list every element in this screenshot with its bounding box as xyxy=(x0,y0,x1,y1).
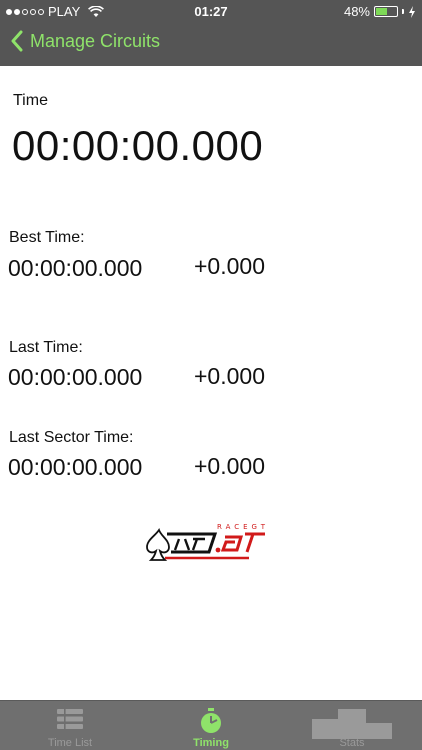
podium-icon xyxy=(312,709,392,739)
battery-group: 48% xyxy=(344,4,416,19)
tab-timing-label: Timing xyxy=(193,737,229,749)
status-bar: PLAY 01:27 48% xyxy=(0,0,422,22)
tab-timing[interactable]: Timing xyxy=(141,701,281,750)
timer-label: Time xyxy=(13,92,48,109)
last-time-delta: +0.000 xyxy=(194,363,265,389)
last-sector-delta: +0.000 xyxy=(194,453,265,479)
last-sector-label: Last Sector Time: xyxy=(9,429,134,446)
chevron-left-icon xyxy=(11,30,23,52)
tab-stats[interactable]: Stats xyxy=(282,701,422,750)
back-button-label: Manage Circuits xyxy=(30,30,161,51)
tab-stats-label: Stats xyxy=(339,737,365,749)
charging-bolt-icon xyxy=(409,5,415,18)
battery-tip xyxy=(402,9,404,14)
battery-percent: 48% xyxy=(343,4,370,19)
last-sector-value: 00:00:00.000 xyxy=(8,454,143,480)
best-time-delta: +0.000 xyxy=(194,253,265,279)
svg-text:RACEGT: RACEGT xyxy=(217,523,269,531)
battery-icon xyxy=(374,6,398,17)
tab-time-list-label: Time List xyxy=(47,737,93,749)
stopwatch-icon xyxy=(201,708,221,733)
last-time-label: Last Time: xyxy=(9,339,83,356)
last-time-value: 00:00:00.000 xyxy=(8,364,143,390)
best-time-label: Best Time: xyxy=(9,229,85,246)
back-button[interactable]: Manage Circuits xyxy=(10,30,160,52)
list-icon xyxy=(57,709,83,729)
tab-bar: Time List Timing Stats xyxy=(0,700,422,750)
top-bar: PLAY 01:27 48% Manage Circuits xyxy=(0,0,422,66)
navigation-bar: Manage Circuits xyxy=(0,26,422,62)
tab-time-list[interactable]: Time List xyxy=(0,701,140,750)
timer-value: 00:00:00.000 xyxy=(12,122,264,169)
racegt-logo: RACEGT xyxy=(146,523,269,561)
best-time-value: 00:00:00.000 xyxy=(8,255,143,281)
timing-screen: PLAY 01:27 48% Manage Circuits Time 00:0… xyxy=(0,0,422,750)
